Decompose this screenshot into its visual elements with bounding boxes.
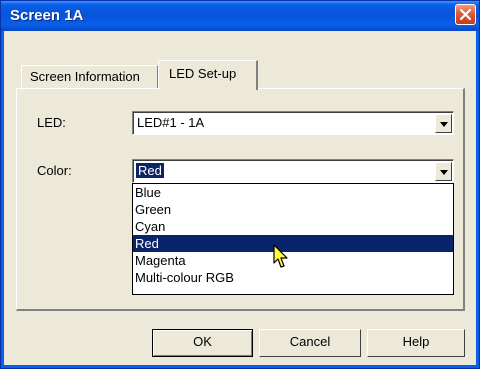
led-combobox-field: LED#1 - 1A	[133, 112, 453, 134]
color-dropdown-button[interactable]	[435, 162, 452, 181]
window-frame-left	[1, 31, 4, 368]
close-icon	[460, 9, 471, 20]
title-bar[interactable]: Screen 1A	[1, 1, 479, 31]
window-frame-bottom	[1, 365, 479, 368]
dialog-window: Screen 1A Screen Information LED Set-up …	[0, 0, 480, 369]
color-label: Color:	[37, 163, 72, 178]
color-option-magenta[interactable]: Magenta	[133, 252, 453, 269]
help-button[interactable]: Help	[367, 329, 465, 357]
ok-button[interactable]: OK	[152, 329, 253, 357]
color-option-blue[interactable]: Blue	[133, 184, 453, 201]
window-frame-right	[476, 31, 479, 368]
close-button[interactable]	[455, 4, 476, 25]
cancel-button[interactable]: Cancel	[259, 329, 361, 357]
led-combobox[interactable]: LED#1 - 1A	[132, 111, 454, 135]
tab-screen-information[interactable]: Screen Information	[21, 65, 158, 89]
tab-led-setup[interactable]: LED Set-up	[158, 60, 258, 90]
color-dropdown-list: Blue Green Cyan Red Magenta Multi-colour…	[132, 183, 454, 295]
color-option-multi-colour-rgb[interactable]: Multi-colour RGB	[133, 269, 453, 286]
chevron-down-icon	[440, 122, 448, 127]
led-label: LED:	[37, 115, 66, 130]
color-option-green[interactable]: Green	[133, 201, 453, 218]
color-combobox[interactable]: Red	[132, 159, 454, 183]
color-combobox-value: Red	[136, 163, 164, 178]
led-dropdown-button[interactable]	[435, 114, 452, 133]
led-combobox-value: LED#1 - 1A	[137, 115, 205, 130]
color-option-red[interactable]: Red	[133, 235, 453, 252]
chevron-down-icon	[440, 170, 448, 175]
window-title: Screen 1A	[10, 7, 84, 24]
color-combobox-field: Red	[133, 160, 453, 182]
color-option-cyan[interactable]: Cyan	[133, 218, 453, 235]
mouse-pointer-icon	[273, 244, 288, 268]
